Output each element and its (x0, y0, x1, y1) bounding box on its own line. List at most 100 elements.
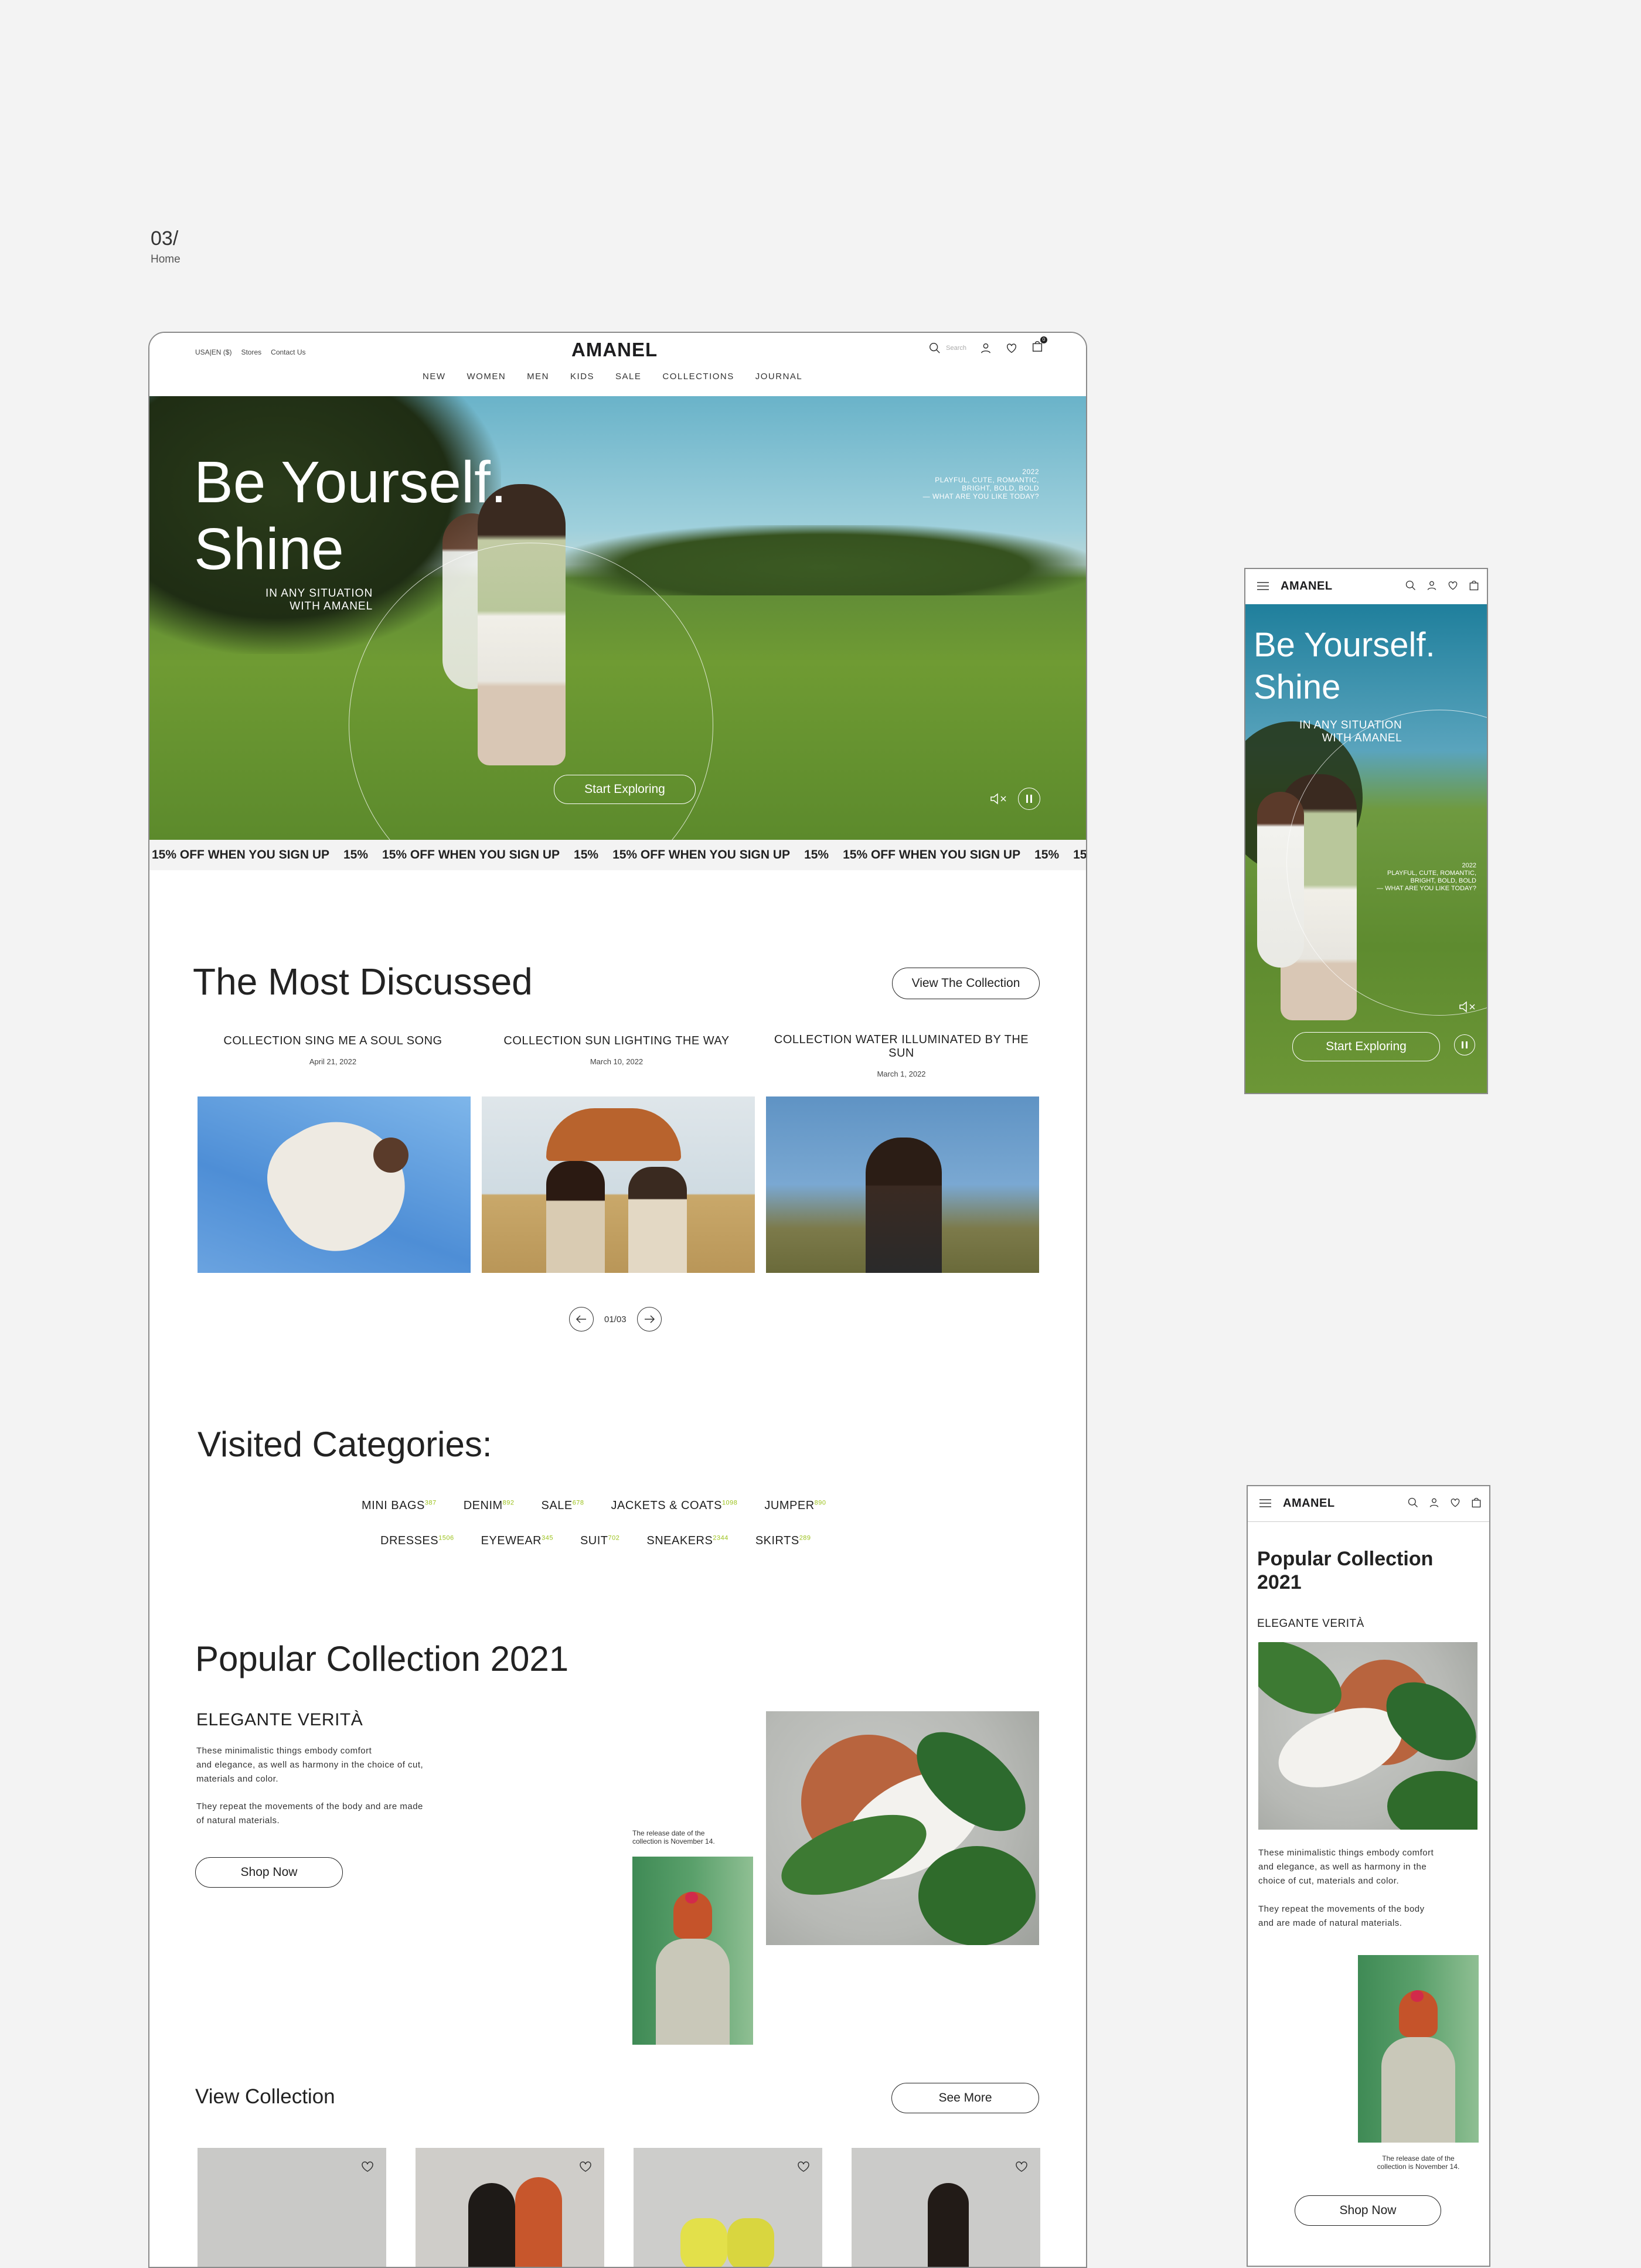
category-mini-bags[interactable]: MINI BAGS387 (362, 1499, 437, 1513)
category-dresses[interactable]: DRESSES1506 (380, 1534, 454, 1548)
hero-subtitle: IN ANY SITUATION WITH AMANEL (265, 587, 373, 613)
mute-icon (1459, 1001, 1475, 1013)
nav-collections[interactable]: COLLECTIONS (662, 372, 734, 382)
popular-collection-title: Popular Collection 2021 (195, 1639, 569, 1678)
mobile-pause-button[interactable] (1454, 1034, 1475, 1055)
view-the-collection-button[interactable]: View The Collection (892, 968, 1040, 999)
hero-media-controls (990, 788, 1040, 810)
desc-line: of natural materials. (196, 1816, 280, 1826)
stores-link[interactable]: Stores (241, 348, 261, 356)
heart-icon[interactable] (1447, 580, 1459, 591)
nav-kids[interactable]: KIDS (570, 372, 594, 382)
search-box[interactable]: Search (928, 342, 966, 355)
user-icon[interactable] (979, 342, 992, 355)
heart-icon[interactable] (1005, 342, 1018, 355)
prev-button[interactable] (569, 1307, 594, 1331)
mute-icon[interactable] (990, 792, 1007, 805)
heart-icon[interactable] (1449, 1497, 1461, 1508)
mobile-popular-title-line2: 2021 (1257, 1571, 1302, 1593)
locale-selector[interactable]: USA|EN ($) (195, 348, 231, 356)
category-denim[interactable]: DENIM892 (464, 1499, 515, 1513)
category-name: SNEAKERS (646, 1534, 713, 1547)
category-name: DENIM (463, 1499, 503, 1512)
collection-image-2[interactable] (482, 1096, 755, 1273)
mobile-header-icons (1407, 1497, 1482, 1508)
category-eyewear[interactable]: EYEWEAR345 (481, 1534, 553, 1548)
popular-description-1: These minimalistic things embody comfort… (196, 1744, 423, 1786)
collection-card-3[interactable]: COLLECTION WATER ILLUMINATED BY THE SUN … (765, 1033, 1038, 1078)
release-line: collection is November 14. (632, 1837, 715, 1845)
ticker-item: 15% OFF WHEN YOU SIGN UP (152, 848, 329, 861)
product-card-3[interactable] (634, 2148, 822, 2267)
category-jackets-coats[interactable]: JACKETS & COATS1098 (611, 1499, 738, 1513)
mobile-hero-side-text: 2022 PLAYFUL, CUTE, ROMANTIC, BRIGHT, BO… (1377, 862, 1476, 893)
heart-icon[interactable] (360, 2160, 374, 2172)
menu-icon[interactable] (1259, 1499, 1271, 1507)
popular-image-large[interactable] (766, 1711, 1039, 1945)
shop-now-button[interactable]: Shop Now (195, 1857, 343, 1888)
promo-ticker: 15% OFF WHEN YOU SIGN UP 15% 15% OFF WHEN … (149, 840, 1086, 870)
collection-image-1[interactable] (198, 1096, 471, 1273)
mobile-logo[interactable]: AMANEL (1283, 1497, 1335, 1510)
category-jumper[interactable]: JUMPER890 (764, 1499, 826, 1513)
nav-men[interactable]: MEN (527, 372, 549, 382)
utility-links: USA|EN ($) Stores Contact Us (195, 348, 306, 356)
mobile-popular-frame: AMANEL Popular Collection 2021 ELEGANTE … (1247, 1485, 1490, 2267)
header-icons: Search 0 (928, 336, 1047, 356)
next-button[interactable] (636, 1307, 662, 1331)
category-suit[interactable]: SUIT702 (580, 1534, 619, 1548)
collection-card-2[interactable]: COLLECTION SUN LIGHTING THE WAY March 10… (480, 1034, 753, 1066)
cart-icon[interactable] (1468, 580, 1480, 591)
see-more-button[interactable]: See More (891, 2083, 1039, 2113)
product-card-2[interactable] (416, 2148, 604, 2267)
mobile-mute-button[interactable] (1459, 1000, 1476, 1016)
collection-date: March 1, 2022 (877, 1070, 926, 1078)
start-exploring-button[interactable]: Start Exploring (554, 775, 696, 804)
search-icon[interactable] (1405, 580, 1417, 591)
heart-icon[interactable] (1014, 2160, 1029, 2172)
search-icon[interactable] (1407, 1497, 1419, 1508)
product-card-4[interactable] (852, 2148, 1040, 2267)
desc-line: They repeat the movements of the body an… (196, 1802, 423, 1811)
pause-icon (1026, 795, 1032, 803)
ticker-item: 15% (804, 848, 829, 861)
ticker-item: 15% OFF WHEN YOU SIGN UP (843, 848, 1021, 861)
hero-sub-line2: WITH AMANEL (290, 600, 373, 612)
category-count: 1506 (438, 1534, 454, 1542)
popular-image-small[interactable] (632, 1857, 753, 2045)
nav-new[interactable]: NEW (423, 372, 446, 382)
heart-icon[interactable] (796, 2160, 811, 2172)
nav-journal[interactable]: JOURNAL (755, 372, 803, 382)
mobile-popular-image-large[interactable] (1258, 1642, 1477, 1830)
contact-link[interactable]: Contact Us (271, 348, 305, 356)
mobile-popular-description-1: These minimalistic things embody comfort… (1258, 1846, 1434, 1888)
category-count: 2344 (713, 1534, 728, 1542)
heart-icon[interactable] (578, 2160, 593, 2172)
mobile-popular-image-small[interactable] (1358, 1955, 1479, 2143)
user-icon[interactable] (1428, 1497, 1440, 1508)
pause-button[interactable] (1018, 788, 1040, 810)
desc-line: materials and color. (196, 1774, 279, 1784)
cart-icon[interactable] (1470, 1497, 1482, 1508)
logo[interactable]: AMANEL (571, 339, 658, 361)
user-icon[interactable] (1426, 580, 1438, 591)
category-sneakers[interactable]: SNEAKERS2344 (646, 1534, 728, 1548)
collection-card-1[interactable]: COLLECTION SING ME A SOUL SONG April 21,… (196, 1034, 469, 1066)
mobile-side-line: BRIGHT, BOLD, BOLD (1410, 877, 1476, 884)
page-number: 03/ (151, 227, 179, 250)
mobile-logo[interactable]: AMANEL (1281, 580, 1333, 593)
category-name: JUMPER (764, 1499, 815, 1512)
collection-image-3[interactable] (766, 1096, 1039, 1273)
mobile-start-exploring-button[interactable]: Start Exploring (1292, 1032, 1440, 1061)
nav-women[interactable]: WOMEN (467, 372, 506, 382)
menu-icon[interactable] (1257, 582, 1269, 590)
mobile-shop-now-button[interactable]: Shop Now (1295, 2195, 1441, 2226)
category-skirts[interactable]: SKIRTS289 (755, 1534, 811, 1548)
product-card-1[interactable] (198, 2148, 386, 2267)
category-sale[interactable]: SALE678 (542, 1499, 584, 1513)
nav-sale[interactable]: SALE (615, 372, 641, 382)
cart-button[interactable]: 0 (1031, 336, 1047, 356)
page-name: Home (151, 253, 181, 265)
desc-line: These minimalistic things embody comfort (1258, 1848, 1434, 1858)
popular-collection-subtitle: ELEGANTE VERITÀ (196, 1710, 363, 1729)
